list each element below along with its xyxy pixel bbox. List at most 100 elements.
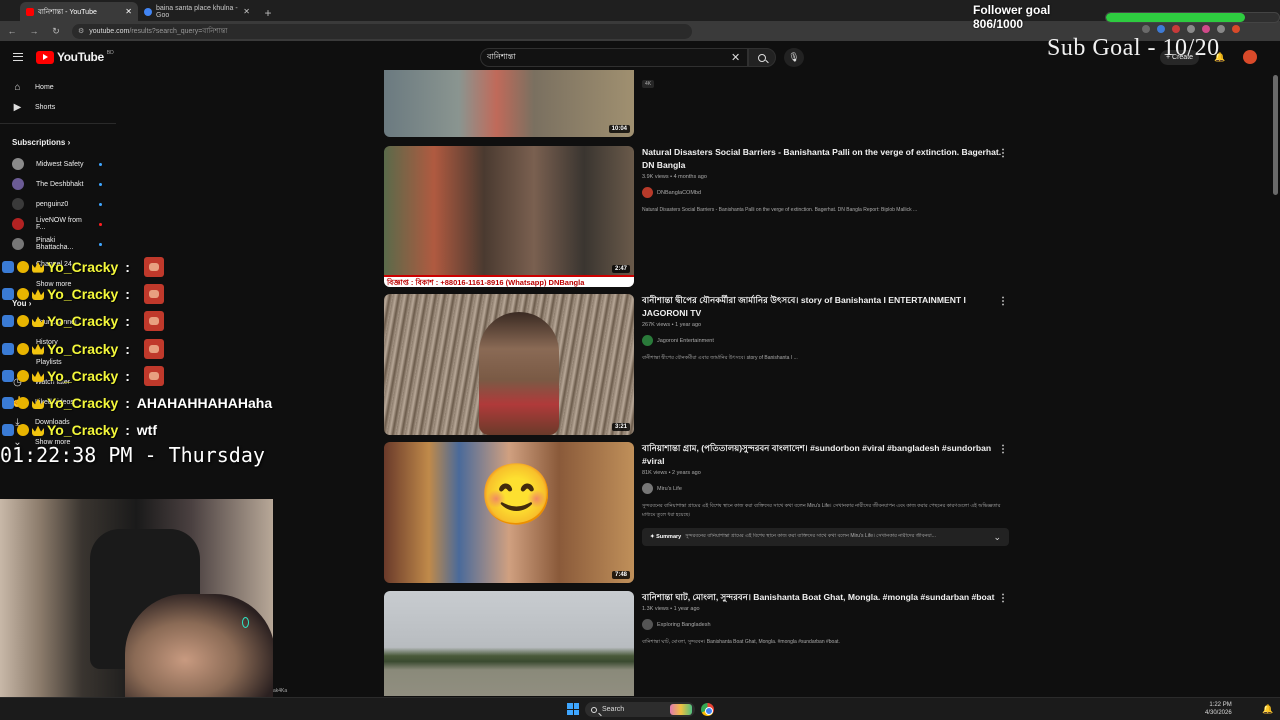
subscriber-badge-icon [17, 369, 29, 382]
chat-username: Yo_Cracky [47, 258, 119, 275]
sidebar-item-subscription[interactable]: Pinaki Bhattacha... [0, 234, 116, 254]
search-input[interactable]: বানিশান্তা [480, 48, 748, 67]
chat-username: Yo_Cracky [47, 367, 119, 384]
chevron-down-icon[interactable]: ⌄ [993, 532, 1001, 543]
quality-badge: 4K [642, 80, 655, 88]
crown-badge-icon [32, 261, 44, 273]
chat-separator: : [121, 285, 134, 302]
video-thumbnail[interactable]: 😊 7:48 [384, 442, 634, 583]
chat-text: AHAHAHHAHAHaha [136, 395, 273, 412]
chat-separator: : [121, 395, 134, 412]
sidebar-item-home[interactable]: ⌂ Home [0, 77, 116, 97]
video-result[interactable]: বিজ্ঞাপ্ত : বিকাশ : +88016-1161-8916 (Wh… [384, 146, 1024, 287]
crown-badge-icon [32, 425, 44, 437]
url-field[interactable]: ⚙ youtube.com/results?search_query=বানিশ… [72, 23, 692, 39]
chat-overlay: Yo_Cracky : Yo_Cracky : Yo_Cracky : Yo_C… [2, 253, 302, 444]
hamburger-menu-icon[interactable] [13, 53, 23, 61]
chat-text: wtf [136, 422, 158, 439]
chrome-icon[interactable] [701, 703, 714, 716]
chat-message: Yo_Cracky : [2, 335, 302, 362]
channel-name: Jagoroni Entertainment [657, 337, 714, 344]
channel-avatar [642, 335, 653, 346]
new-tab-button[interactable]: + [260, 5, 276, 21]
back-icon[interactable]: ← [6, 26, 18, 36]
sidebar-item-label: Home [35, 83, 54, 91]
new-content-dot [99, 162, 102, 166]
duration-badge: 3:21 [611, 423, 630, 431]
video-thumbnail[interactable] [384, 591, 634, 696]
summary-text: সুন্দরবনের বানিয়াশান্তা গ্রামের এই বিশে… [685, 533, 936, 539]
video-thumbnail[interactable]: 10:04 [384, 70, 634, 137]
search-icon [591, 706, 597, 713]
voice-search-button[interactable]: 🎙 [784, 48, 804, 67]
webcam-feed [0, 499, 273, 698]
windows-start-icon[interactable] [567, 703, 579, 715]
video-thumbnail[interactable]: বিজ্ঞাপ্ত : বিকাশ : +88016-1161-8916 (Wh… [384, 146, 634, 287]
video-title[interactable]: Natural Disasters Social Barriers - Bani… [642, 146, 1002, 172]
reload-icon[interactable]: ↻ [50, 26, 62, 37]
sidebar-item-subscription[interactable]: LiveNOW from F... [0, 214, 116, 234]
video-title[interactable]: বানীশান্তা দ্বীপের যৌনকর্মীরা জার্মানির … [642, 294, 1002, 320]
search-icon [758, 53, 766, 62]
video-title[interactable]: বানিয়াশান্তা গ্রাম, (পতিতালয়)সুন্দরবন … [642, 442, 1002, 468]
channel-avatar [12, 218, 24, 230]
crown-badge-icon [32, 371, 44, 382]
close-tab-icon[interactable]: ✕ [125, 7, 132, 16]
notification-icon[interactable]: 🔔 [1262, 704, 1273, 715]
tab-title: বানিশান্তা - YouTube [38, 8, 97, 16]
sidebar-item-subscription[interactable]: The Deshbhakt [0, 174, 116, 194]
sidebar-item-label: Pinaki Bhattacha... [36, 237, 74, 251]
subscriptions-label: Subscriptions › [12, 137, 71, 147]
ai-summary-bar[interactable]: ✦ Summary সুন্দরবনের বানিয়াশান্তা গ্রাম… [642, 528, 1009, 546]
channel-link[interactable]: Jagoroni Entertainment [642, 335, 1002, 346]
subscriber-badge-icon [17, 287, 29, 300]
video-info: বানিশান্তা ঘাট, মোংলা, সুন্দরবন। Banisha… [642, 591, 1002, 647]
sidebar-item-label: Midwest Safety [36, 160, 84, 168]
sidebar-item-subscription[interactable]: penguinz0 [0, 194, 116, 214]
site-info-icon[interactable]: ⚙ [78, 27, 84, 35]
video-result[interactable]: 10:04 4K [384, 70, 1024, 137]
more-actions-icon[interactable]: ⋮ [998, 148, 1008, 159]
video-result[interactable]: 3:21 বানীশান্তা দ্বীপের যৌনকর্মীরা জার্ম… [384, 294, 1024, 435]
page-scrollbar[interactable] [1273, 75, 1278, 195]
tab-youtube[interactable]: বানিশান্তা - YouTube ✕ [20, 2, 138, 21]
channel-avatar [12, 178, 24, 190]
sidebar-item-label: LiveNOW from F... [36, 217, 82, 231]
video-title[interactable]: বানিশান্তা ঘাট, মোংলা, সুন্দরবন। Banisha… [642, 591, 1002, 604]
crown-badge-icon [32, 398, 44, 410]
streamer-handle: ak4Ka [273, 688, 288, 694]
forward-icon[interactable]: → [28, 26, 40, 36]
sidebar-item-subscription[interactable]: Midwest Safety [0, 154, 116, 174]
video-result[interactable]: 😊 7:48 বানিয়াশান্তা গ্রাম, (পতিতালয়)সু… [384, 442, 1024, 583]
taskbar-date: 4/30/2026 [1205, 710, 1232, 716]
sidebar-item-shorts[interactable]: ▶ Shorts [0, 97, 116, 117]
taskbar-clock[interactable]: 1:22 PM 4/30/2026 [1205, 701, 1232, 717]
channel-link[interactable]: Exploring Bangladesh [642, 619, 1002, 630]
chat-separator: : [121, 313, 134, 330]
moderator-badge-icon [2, 342, 14, 355]
tab-title: baina santa place khulna - Goo [156, 4, 238, 19]
video-result[interactable]: বানিশান্তা ঘাট, মোংলা, সুন্দরবন। Banisha… [384, 591, 1024, 696]
more-actions-icon[interactable]: ⋮ [998, 444, 1008, 455]
channel-avatar [12, 158, 24, 170]
new-content-dot [99, 202, 102, 206]
subscriptions-heading[interactable]: Subscriptions › [0, 130, 116, 154]
channel-link[interactable]: DNBanglaCOMbd [642, 187, 1002, 198]
youtube-logo[interactable]: YouTube BD [36, 50, 114, 64]
more-actions-icon[interactable]: ⋮ [998, 296, 1008, 307]
channel-link[interactable]: Miru's Life [642, 483, 1002, 494]
more-actions-icon[interactable]: ⋮ [998, 593, 1008, 604]
search-button[interactable] [748, 48, 776, 67]
tab-google[interactable]: baina santa place khulna - Goo ✕ [138, 2, 256, 21]
close-tab-icon[interactable]: ✕ [243, 7, 250, 16]
taskbar-app-icon[interactable] [670, 704, 692, 715]
clear-search-icon[interactable]: ✕ [731, 51, 740, 64]
video-info: বানীশান্তা দ্বীপের যৌনকর্মীরা জার্মানির … [642, 294, 1002, 363]
channel-avatar [12, 238, 24, 250]
account-avatar[interactable] [1243, 50, 1257, 64]
stream-clock: 01:22:38 PM - Thursday [0, 443, 265, 467]
video-thumbnail[interactable]: 3:21 [384, 294, 634, 435]
duration-badge: 10:04 [608, 125, 630, 133]
moderator-badge-icon [2, 287, 14, 300]
new-content-dot [99, 242, 102, 246]
